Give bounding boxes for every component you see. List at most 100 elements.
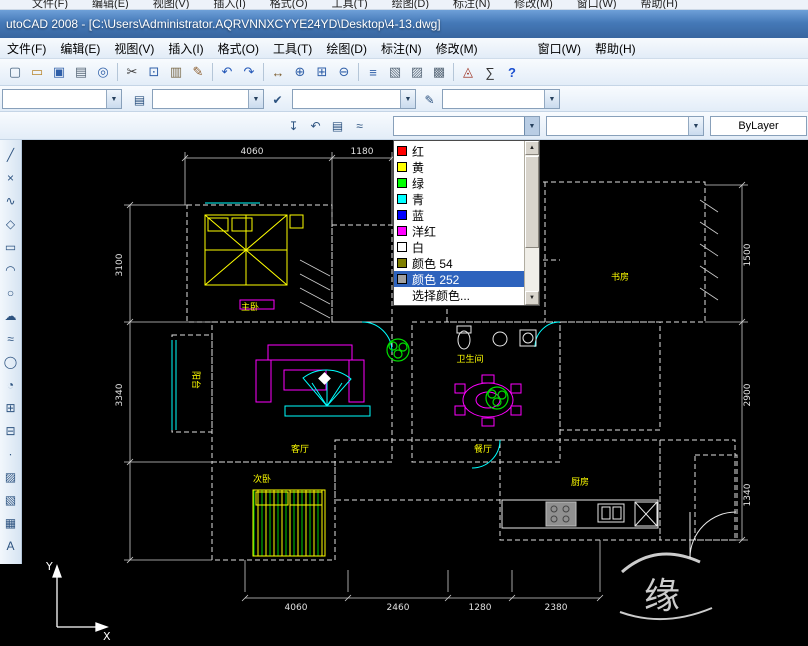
zoom-window-icon: ⊞	[316, 64, 328, 79]
save-button[interactable]: ▣	[48, 61, 70, 83]
quickcalc-button[interactable]: ∑	[479, 61, 501, 83]
layer-properties-manager-button[interactable]: ▤	[130, 90, 149, 109]
lineweight-combo[interactable]: ByLayer	[710, 116, 807, 136]
qnew-button[interactable]: ▢	[4, 61, 26, 83]
menu-file[interactable]: 文件(F)	[0, 38, 53, 59]
spline-button[interactable]: ≈	[1, 327, 21, 350]
line-button[interactable]: ╱	[1, 143, 21, 166]
zoom-previous-button[interactable]: ⊖	[333, 61, 355, 83]
bg-menu-format[interactable]: 格式(O)	[270, 0, 308, 9]
layer-states-button[interactable]: ▤	[328, 116, 347, 135]
rectangle-button[interactable]: ▭	[1, 235, 21, 258]
bg-menu-dimension[interactable]: 标注(N)	[453, 0, 490, 9]
bg-menu-file[interactable]: 文件(F)	[32, 0, 68, 9]
plot-button[interactable]: ▤	[70, 61, 92, 83]
polygon-button[interactable]: ◇	[1, 212, 21, 235]
dim-style-combo[interactable]: ▼	[442, 89, 560, 109]
menu-tools[interactable]: 工具(T)	[266, 38, 319, 59]
color-combo[interactable]: ▼	[393, 116, 540, 136]
scroll-down-icon[interactable]: ▼	[525, 291, 539, 305]
bg-menu-edit[interactable]: 编辑(E)	[92, 0, 129, 9]
gradient-button[interactable]: ▧	[1, 488, 21, 511]
bg-menu-insert[interactable]: 插入(I)	[213, 0, 245, 9]
color-option-red[interactable]: 红	[394, 143, 524, 159]
menu-draw[interactable]: 绘图(D)	[319, 38, 374, 59]
tool-palettes-button[interactable]: ▨	[406, 61, 428, 83]
zoom-window-button[interactable]: ⊞	[311, 61, 333, 83]
hatch-button[interactable]: ▨	[1, 465, 21, 488]
text-style-combo[interactable]: ▼	[292, 89, 416, 109]
titlebar[interactable]: utoCAD 2008 - [C:\Users\Administrator.AQ…	[0, 10, 808, 38]
svg-text:2900: 2900	[743, 383, 753, 406]
color-option-252-selected[interactable]: 颜色 252	[394, 271, 524, 287]
insert-block-button[interactable]: ⊞	[1, 396, 21, 419]
bg-menu-view[interactable]: 视图(V)	[153, 0, 190, 9]
chevron-down-icon[interactable]: ▼	[524, 117, 539, 135]
plot-preview-button[interactable]: ◎	[92, 61, 114, 83]
color-option-magenta[interactable]: 洋红	[394, 223, 524, 239]
linetype-combo[interactable]: ▼	[546, 116, 704, 136]
pan-button[interactable]: ↔	[267, 61, 289, 83]
table-button[interactable]: ▦	[1, 511, 21, 534]
designcenter-button[interactable]: ▧	[384, 61, 406, 83]
scroll-up-icon[interactable]: ▲	[525, 141, 539, 155]
layer-match-button[interactable]: ≈	[350, 116, 369, 135]
workspaces-combo[interactable]: ▼	[2, 89, 122, 109]
circle-button[interactable]: ○	[1, 281, 21, 304]
polyline-button[interactable]: ∿	[1, 189, 21, 212]
color-option-blue[interactable]: 蓝	[394, 207, 524, 223]
menu-dimension[interactable]: 标注(N)	[374, 38, 429, 59]
bg-menu-window[interactable]: 窗口(W)	[577, 0, 617, 9]
color-option-select-color[interactable]: 选择颜色...	[394, 287, 524, 303]
color-option-cyan[interactable]: 青	[394, 191, 524, 207]
copy-button[interactable]: ⊡	[143, 61, 165, 83]
style-edit-button[interactable]: ✎	[420, 90, 439, 109]
dropdown-scrollbar[interactable]: ▲ ▼	[524, 141, 539, 305]
arc-button[interactable]: ◠	[1, 258, 21, 281]
zoom-realtime-button[interactable]: ⊕	[289, 61, 311, 83]
bg-menu-modify[interactable]: 修改(M)	[514, 0, 553, 9]
multiline-text-button[interactable]: A	[1, 534, 21, 557]
properties-button[interactable]: ≡	[362, 61, 384, 83]
make-object-layer-current-button[interactable]: ↧	[284, 116, 303, 135]
menu-help[interactable]: 帮助(H)	[588, 38, 643, 59]
bg-menu-tools[interactable]: 工具(T)	[332, 0, 368, 9]
revision-cloud-button[interactable]: ☁	[1, 304, 21, 327]
color-option-green[interactable]: 绿	[394, 175, 524, 191]
layer-combo[interactable]: ▼	[152, 89, 264, 109]
menu-modify[interactable]: 修改(M)	[429, 38, 485, 59]
point-button[interactable]: ∙	[1, 442, 21, 465]
make-block-button[interactable]: ⊟	[1, 419, 21, 442]
menu-view[interactable]: 视图(V)	[107, 38, 161, 59]
sheet-set-manager-button[interactable]: ▩	[428, 61, 450, 83]
open-button[interactable]: ▭	[26, 61, 48, 83]
markup-button[interactable]: ◬	[457, 61, 479, 83]
scrollbar-thumb[interactable]	[525, 156, 539, 248]
ellipse-button[interactable]: ◯	[1, 350, 21, 373]
cut-button[interactable]: ✂	[121, 61, 143, 83]
menu-insert[interactable]: 插入(I)	[161, 38, 210, 59]
layer-previous-button[interactable]: ↶	[306, 116, 325, 135]
bg-menu-help[interactable]: 帮助(H)	[641, 0, 678, 9]
menu-edit[interactable]: 编辑(E)	[53, 38, 107, 59]
color-option-white[interactable]: 白	[394, 239, 524, 255]
match-properties-button[interactable]: ✎	[187, 61, 209, 83]
menu-window[interactable]: 窗口(W)	[531, 38, 588, 59]
paste-button[interactable]: ▥	[165, 61, 187, 83]
color-option-54[interactable]: 颜色 54	[394, 255, 524, 271]
chevron-down-icon[interactable]: ▼	[248, 90, 263, 108]
chevron-down-icon[interactable]: ▼	[106, 90, 121, 108]
help-button[interactable]: ?	[501, 61, 523, 83]
undo-button[interactable]: ↶	[216, 61, 238, 83]
make-current-button[interactable]: ✔	[268, 90, 287, 109]
ellipse-arc-button[interactable]: ◔	[1, 373, 21, 396]
color-option-yellow[interactable]: 黄	[394, 159, 524, 175]
construction-line-button[interactable]: ×	[1, 166, 21, 189]
chevron-down-icon[interactable]: ▼	[400, 90, 415, 108]
chevron-down-icon[interactable]: ▼	[544, 90, 559, 108]
redo-button[interactable]: ↷	[238, 61, 260, 83]
bg-menu-draw[interactable]: 绘图(D)	[392, 0, 429, 9]
chevron-down-icon[interactable]: ▼	[688, 117, 703, 135]
color-swatch	[397, 178, 407, 188]
menu-format[interactable]: 格式(O)	[211, 38, 266, 59]
